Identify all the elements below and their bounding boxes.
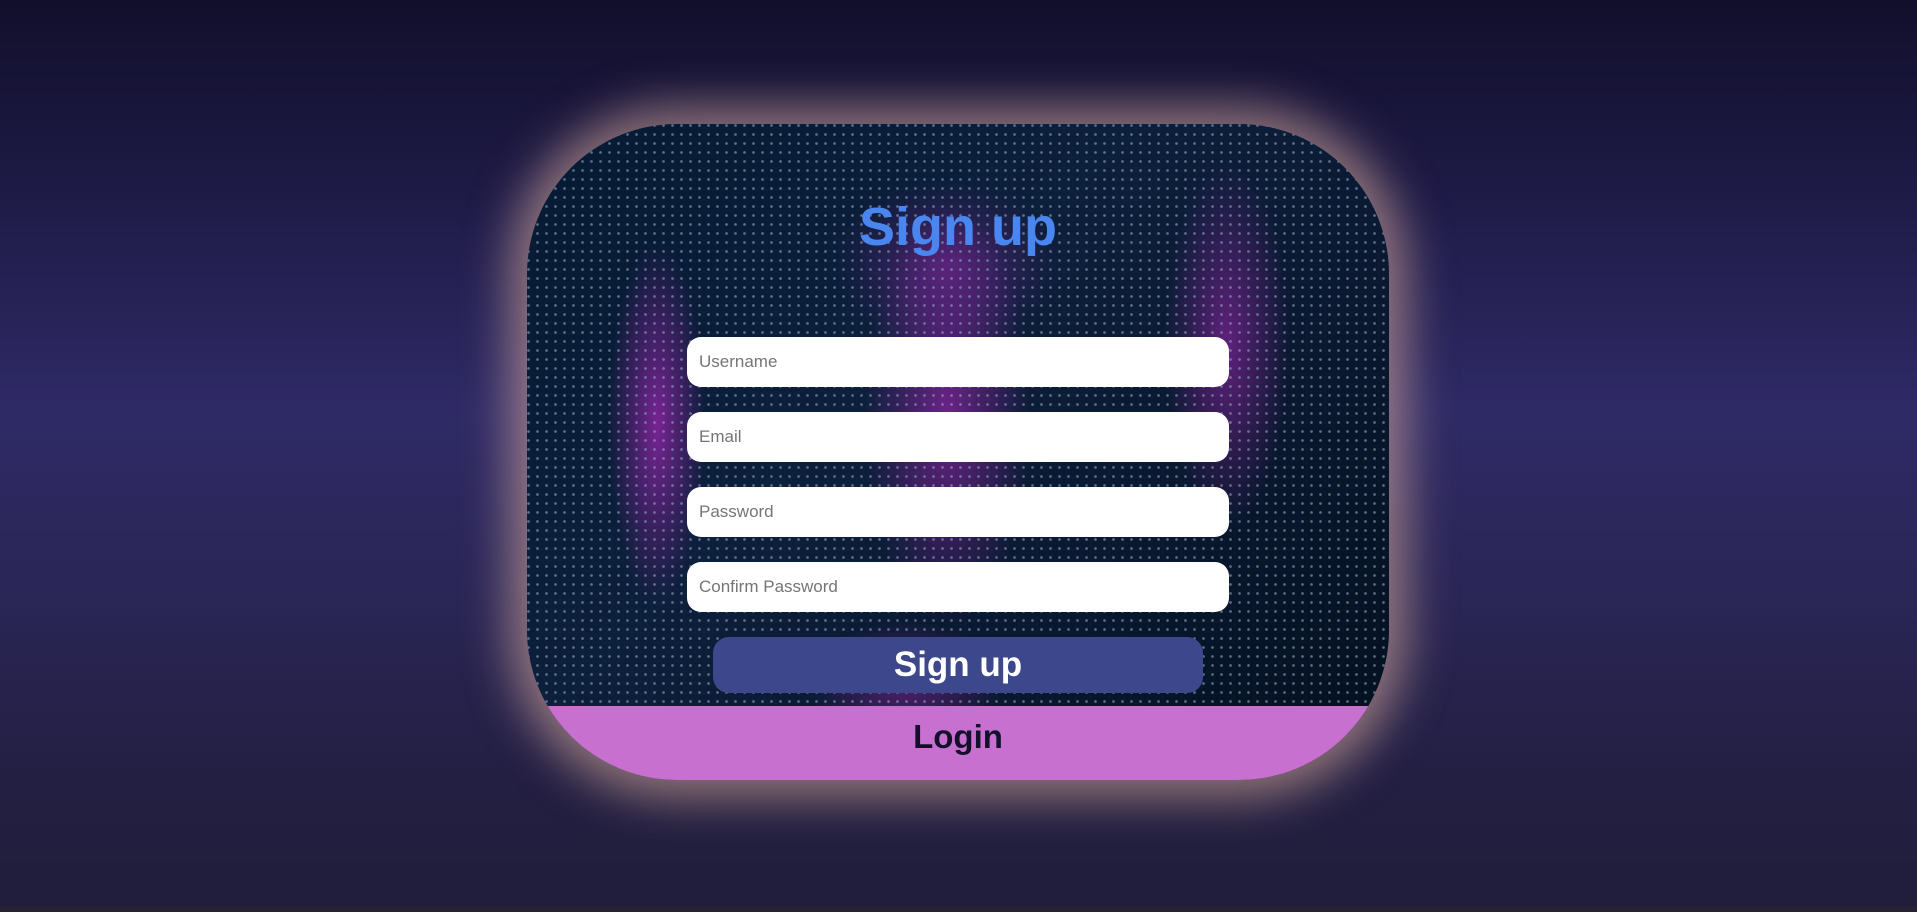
signup-button[interactable]: Sign up (713, 637, 1203, 693)
password-input[interactable] (687, 487, 1229, 537)
email-input[interactable] (687, 412, 1229, 462)
bottom-divider (0, 907, 1917, 912)
username-input[interactable] (687, 337, 1229, 387)
login-link[interactable]: Login (527, 706, 1389, 780)
page-title: Sign up (859, 197, 1057, 257)
confirm-password-input[interactable] (687, 562, 1229, 612)
signup-card: Sign up Sign up Login (527, 124, 1389, 780)
